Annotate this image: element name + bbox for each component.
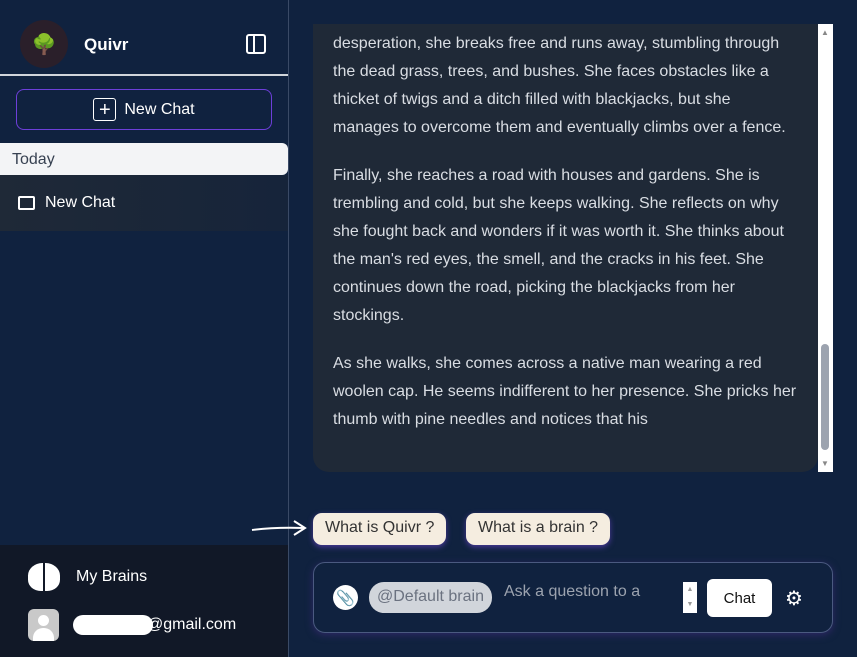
brand-name: Quivr	[84, 35, 129, 54]
my-brains-link[interactable]: My Brains	[28, 563, 147, 591]
question-input[interactable]: Ask a question to a	[504, 583, 640, 601]
assistant-message: desperation, she breaks free and runs aw…	[313, 24, 818, 472]
plus-icon: +	[93, 98, 117, 121]
new-chat-label: New Chat	[124, 100, 195, 118]
email-suffix: @gmail.com	[147, 616, 237, 634]
message-paragraph: As she walks, she comes across a native …	[333, 355, 797, 428]
paperclip-icon[interactable]: 📎	[333, 585, 358, 610]
chat-item-label: New Chat	[45, 194, 116, 211]
brain-selector-chip[interactable]: @Default brain	[369, 582, 492, 613]
quivr-logo: 🌳	[20, 20, 68, 68]
annotation-arrow-icon	[251, 520, 307, 536]
message-paragraph: desperation, she breaks free and runs aw…	[333, 35, 786, 136]
chat-bubble-icon	[18, 196, 35, 210]
sidebar-header: 🌳 Quivr	[0, 0, 288, 76]
new-chat-button[interactable]: + New Chat	[16, 89, 272, 130]
chat-send-button[interactable]: Chat	[707, 579, 772, 617]
brain-icon	[28, 563, 60, 591]
sidebar-toggle-icon[interactable]	[246, 34, 266, 54]
suggestion-what-is-quivr[interactable]: What is Quivr ?	[313, 513, 447, 545]
my-brains-label: My Brains	[76, 568, 148, 585]
chat-input-bar: 📎 @Default brain Ask a question to a ▲ ▼ …	[313, 562, 833, 633]
section-today: Today	[0, 143, 288, 175]
input-spinner[interactable]: ▲ ▼	[683, 582, 697, 613]
scroll-down-icon[interactable]: ▼	[821, 459, 829, 468]
scrollbar-thumb[interactable]	[821, 344, 829, 450]
sidebar: 🌳 Quivr + New Chat Today New Chat My Bra…	[0, 0, 289, 657]
user-profile-link[interactable]: @gmail.com	[28, 609, 236, 641]
chat-list-item[interactable]: New Chat	[0, 175, 288, 231]
user-email: @gmail.com	[73, 615, 236, 635]
avatar	[28, 609, 59, 641]
redaction	[73, 615, 153, 635]
suggestion-what-is-a-brain[interactable]: What is a brain ?	[466, 513, 611, 545]
message-scrollbar[interactable]: ▲ ▼	[818, 24, 833, 472]
message-paragraph: Finally, she reaches a road with houses …	[333, 167, 784, 324]
scroll-up-icon[interactable]: ▲	[821, 28, 829, 37]
sidebar-footer: My Brains @gmail.com	[0, 545, 288, 657]
gear-icon[interactable]: ⚙	[785, 586, 803, 611]
